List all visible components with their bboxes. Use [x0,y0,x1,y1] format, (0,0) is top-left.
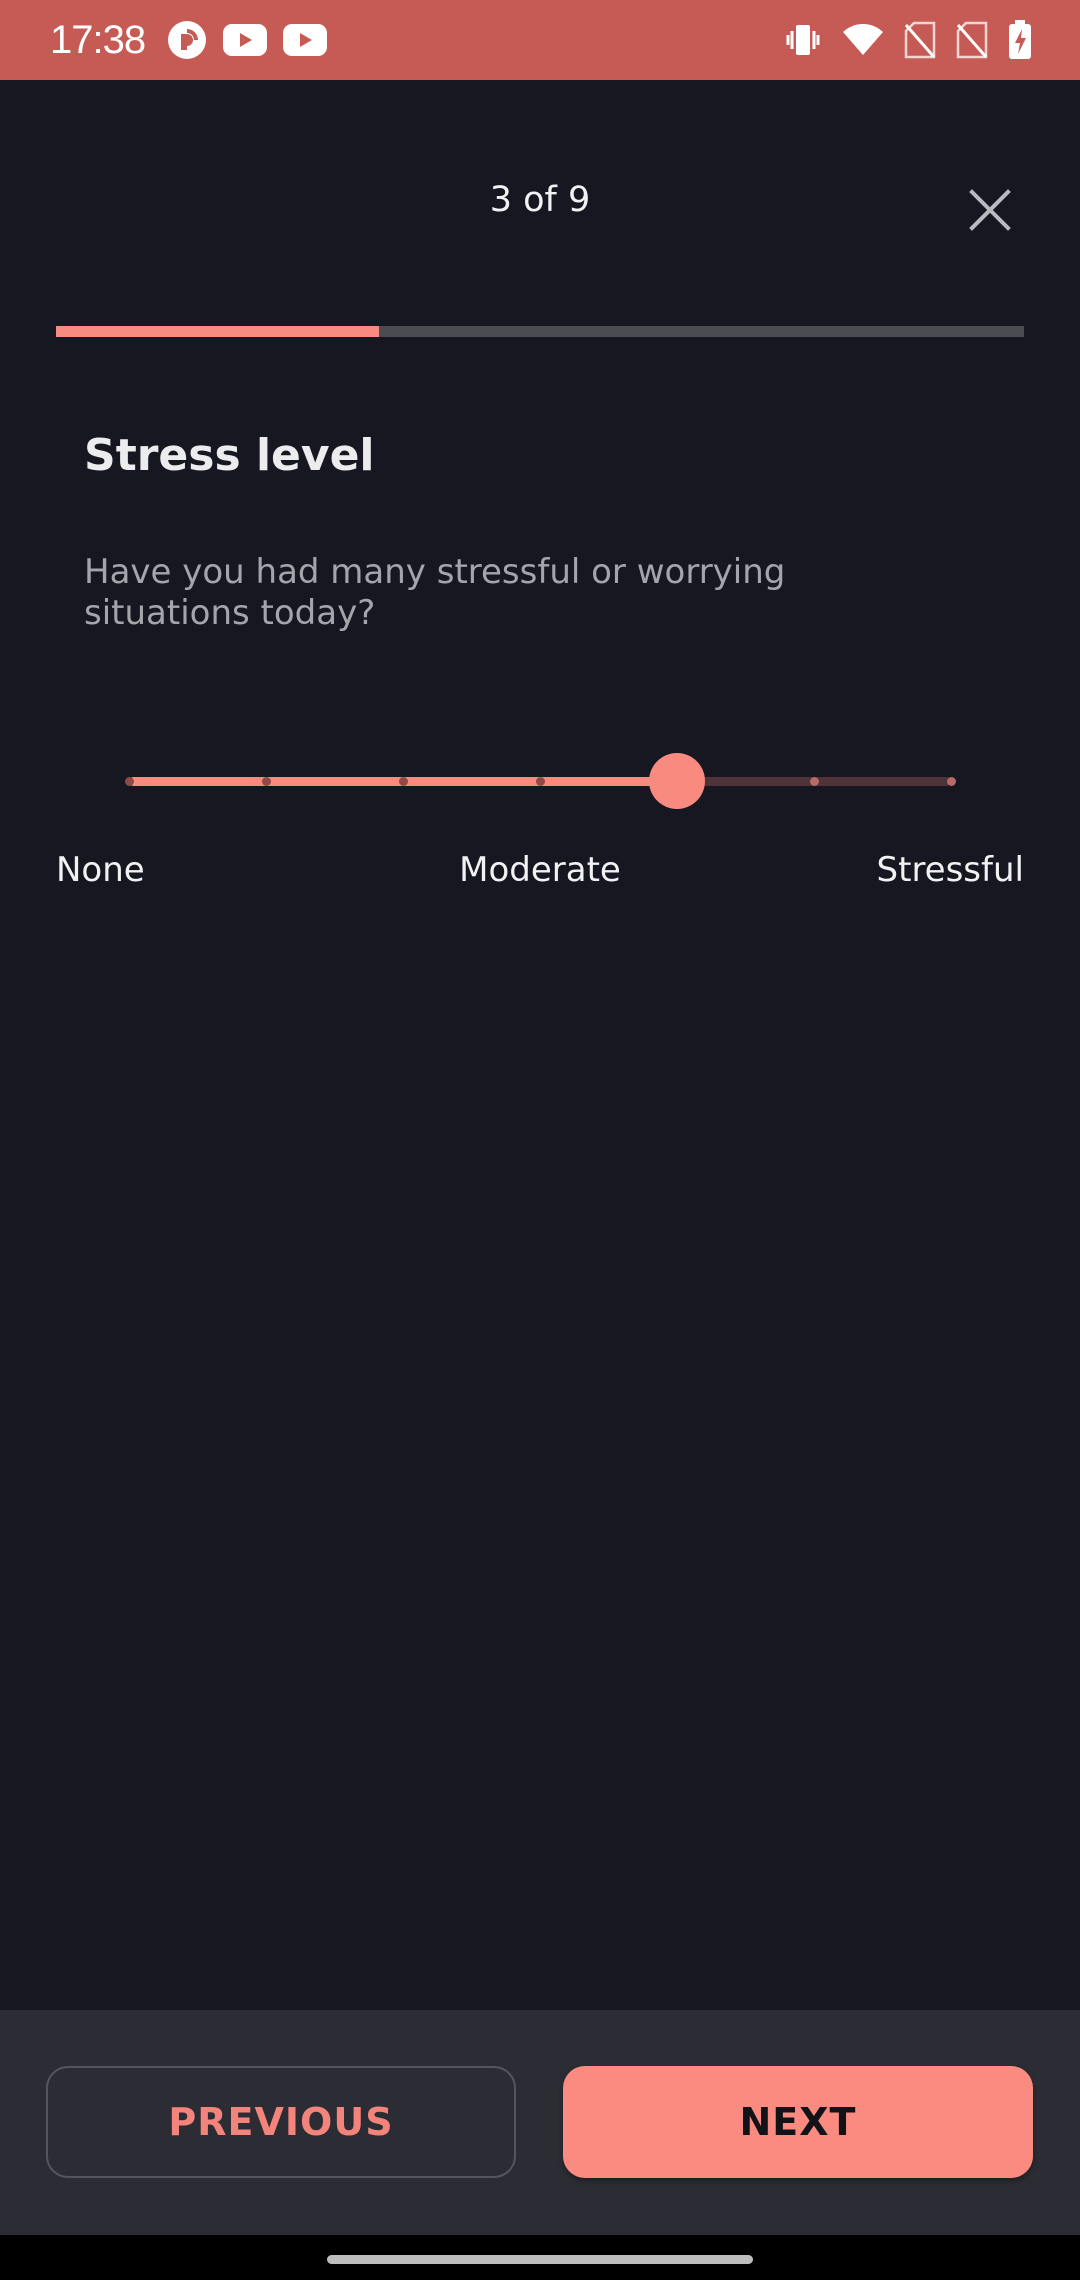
slider-tick [261,777,271,786]
progress-bar-fill [56,326,379,337]
slider-tick [809,777,819,786]
pocket-casts-icon [167,20,207,60]
close-icon [969,189,1011,231]
question-title: Stress level [84,430,375,481]
no-sim-icon [904,21,936,59]
scale-labels: None Moderate Stressful [56,850,1024,898]
question-text: Have you had many stressful or worrying … [84,552,786,633]
slider-tick [124,777,134,786]
battery-charging-icon [1008,20,1032,60]
status-time: 17:38 [50,17,146,62]
notification-icons [167,20,328,60]
questionnaire-header: 3 of 9 [0,80,1080,330]
youtube-icon [283,24,328,56]
wifi-icon [842,23,884,57]
step-counter: 3 of 9 [489,180,591,220]
slider-thumb[interactable] [649,753,705,809]
status-bar: 17:38 [0,0,1080,80]
slider-tick [946,777,956,786]
progress-bar [56,326,1024,337]
next-button[interactable]: NEXT [563,2066,1033,2178]
system-icons [784,20,1032,60]
slider-tick [398,777,408,786]
previous-button[interactable]: PREVIOUS [46,2066,516,2178]
scale-label-stressful: Stressful [876,850,1024,890]
home-indicator[interactable] [327,2255,753,2264]
youtube-icon [223,24,268,56]
close-button[interactable] [956,176,1024,244]
no-sim-icon [956,21,988,59]
vibrate-icon [784,21,822,59]
system-navigation-bar [0,2235,1080,2280]
bottom-navigation: PREVIOUS NEXT [0,2010,1080,2235]
slider-tick [535,777,545,786]
stress-level-slider[interactable] [100,745,980,819]
